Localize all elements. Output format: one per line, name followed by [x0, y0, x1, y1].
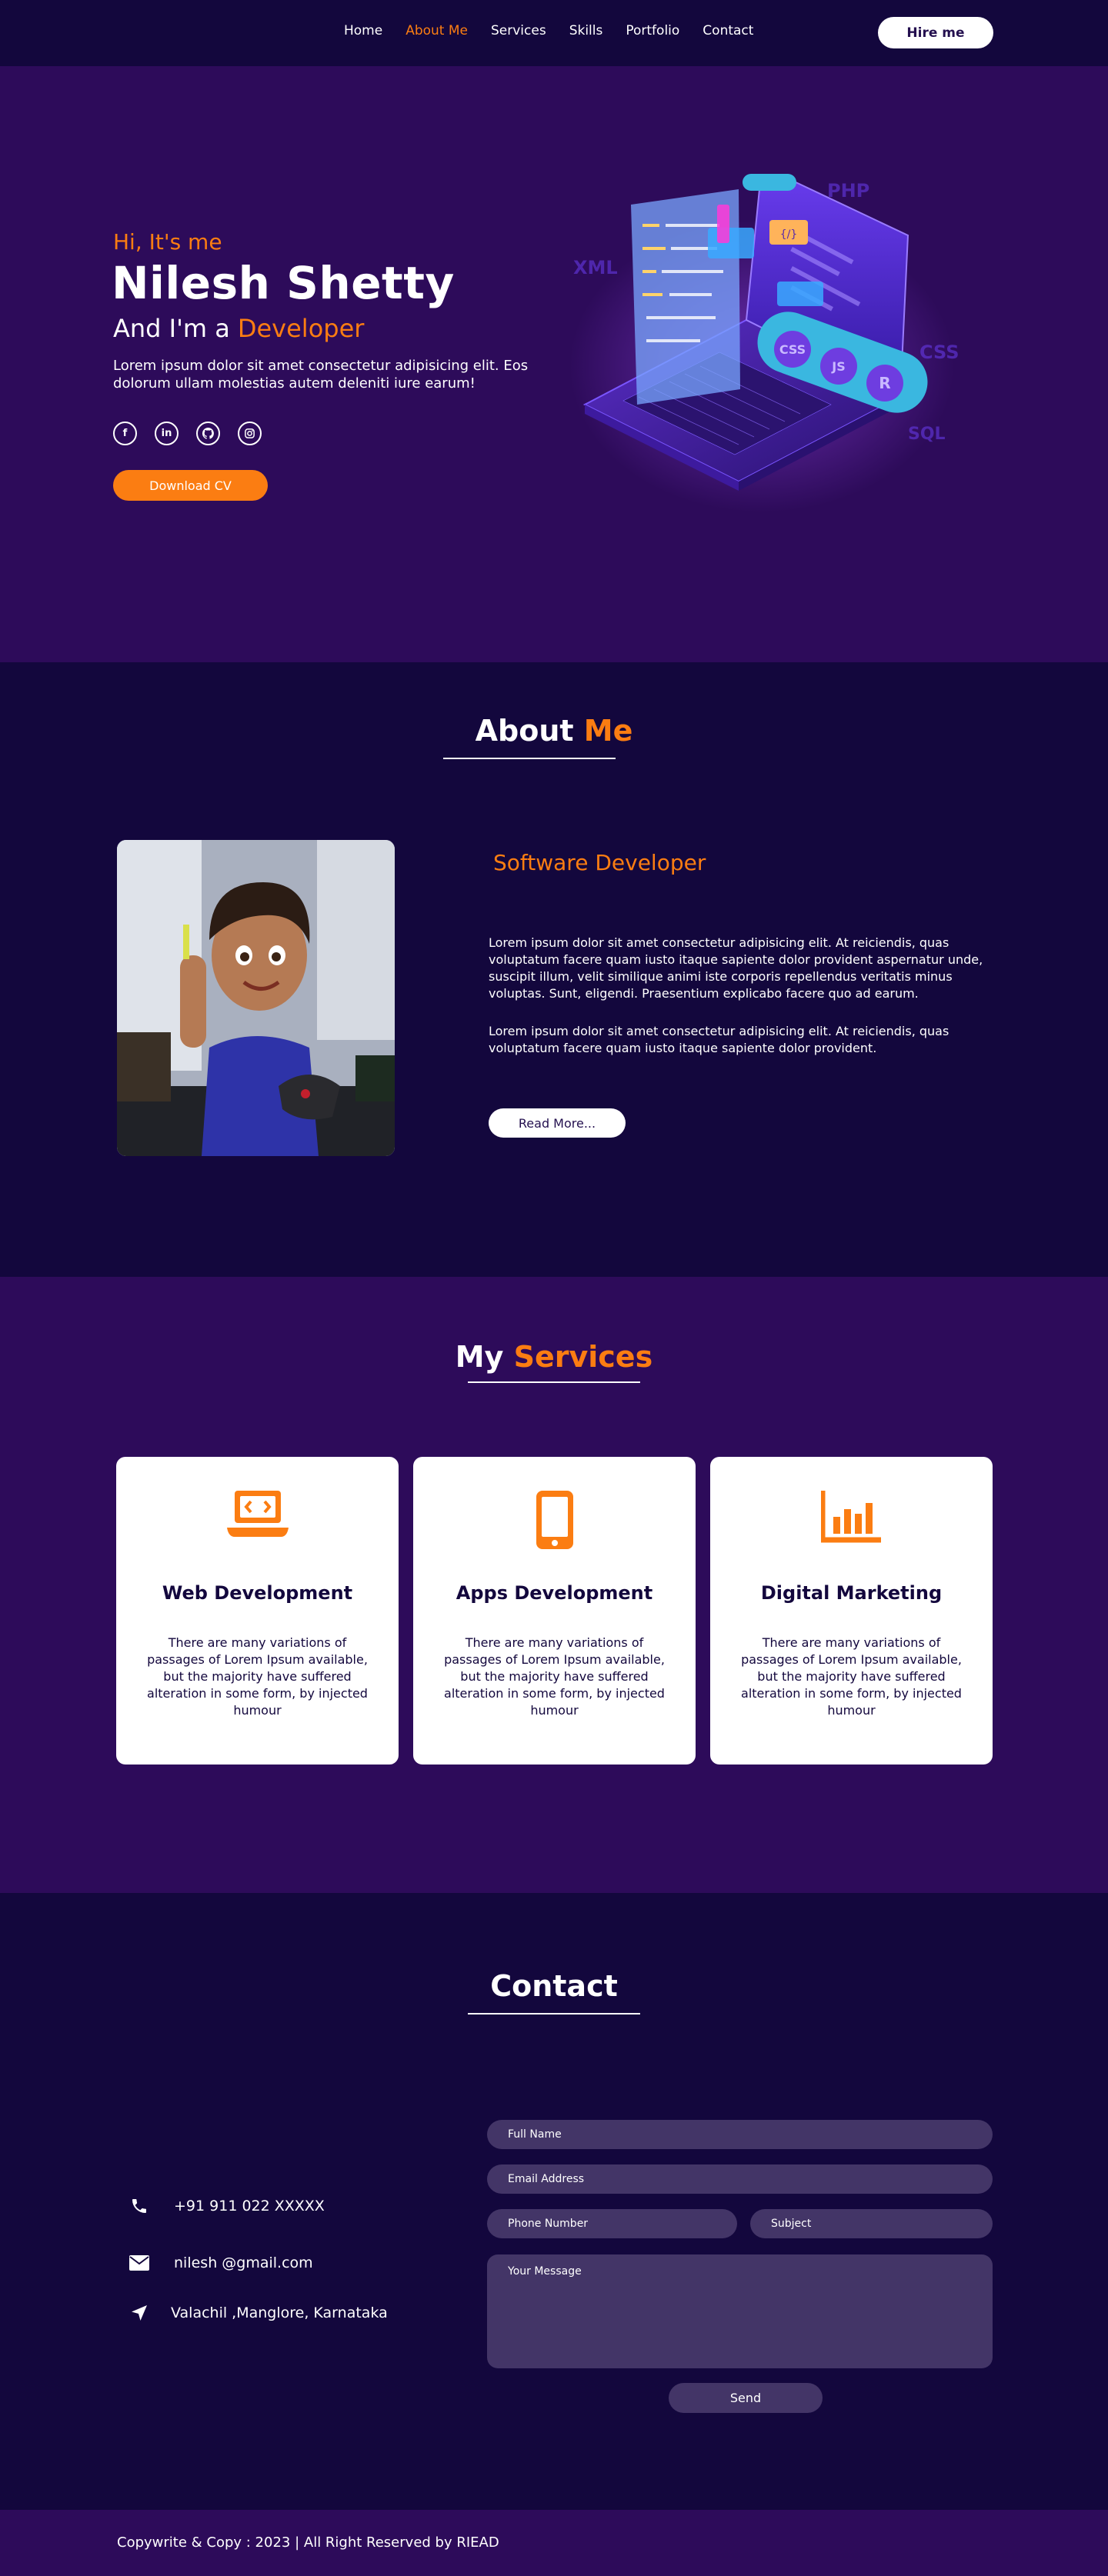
about-paragraph-2: Lorem ipsum dolor sit amet consectetur a… — [489, 1024, 949, 1055]
hero-description: Lorem ipsum dolor sit amet consectetur a… — [113, 358, 529, 392]
send-button[interactable]: Send — [669, 2383, 823, 2413]
phone-input[interactable]: Phone Number — [487, 2209, 737, 2238]
message-textarea[interactable]: Your Message — [487, 2254, 993, 2368]
mobile-phone-icon — [535, 1489, 575, 1554]
footer-copyright: Copywrite & Copy : 2023 | All Right Rese… — [117, 2534, 499, 2551]
contact-address-text: Valachil ,Manglore, Karnataka — [171, 2304, 388, 2321]
nav-link-portfolio[interactable]: Portfolio — [626, 23, 679, 38]
php-tag: PHP — [827, 180, 869, 202]
profile-photo — [117, 840, 395, 1156]
hero-role-prefix: And I'm a — [113, 314, 230, 343]
top-navbar: Home About Me Services Skills Portfolio … — [0, 0, 1108, 66]
facebook-icon[interactable]: f — [113, 422, 137, 445]
hero-name: Nilesh Shetty — [112, 257, 455, 309]
subject-input[interactable]: Subject — [750, 2209, 993, 2238]
social-links: f in — [113, 422, 262, 445]
hero-section: Hi, It's me Nilesh Shetty And I'm a Devel… — [0, 66, 1108, 662]
nav-link-skills[interactable]: Skills — [569, 23, 603, 38]
hero-role: And I'm a Developer — [113, 314, 364, 343]
service-card-desc: There are many variations of passages of… — [444, 1635, 665, 1718]
service-card-web[interactable]: Web Development There are many variation… — [116, 1457, 399, 1765]
nav-link-services[interactable]: Services — [491, 23, 546, 38]
service-card-marketing[interactable]: Digital Marketing There are many variati… — [710, 1457, 993, 1765]
full-name-input[interactable]: Full Name — [487, 2120, 993, 2149]
css-tag: CSS — [779, 342, 806, 357]
read-more-button[interactable]: Read More... — [489, 1108, 626, 1138]
footer: Copywrite & Copy : 2023 | All Right Rese… — [0, 2510, 1108, 2576]
about-title: About Me — [0, 714, 1108, 748]
email-input[interactable]: Email Address — [487, 2164, 993, 2194]
about-paragraph-1: Lorem ipsum dolor sit amet consectetur a… — [489, 935, 983, 1001]
contact-title-underline — [468, 2013, 640, 2014]
nav-link-about[interactable]: About Me — [405, 23, 468, 38]
sql-tag: SQL — [908, 425, 946, 444]
location-arrow-icon — [128, 2304, 151, 2322]
about-title-highlight: Me — [583, 714, 633, 748]
contact-phone: +91 911 022 XXXXX — [128, 2197, 325, 2215]
nav-link-contact[interactable]: Contact — [703, 23, 753, 38]
service-card-title: Web Development — [162, 1582, 353, 1604]
contact-email-text: nilesh @gmail.com — [174, 2254, 313, 2271]
laptop-code-icon — [226, 1489, 289, 1543]
services-title-underline — [468, 1381, 640, 1383]
nav-links: Home About Me Services Skills Portfolio … — [344, 23, 776, 38]
github-icon[interactable] — [196, 422, 220, 445]
about-title-underline — [443, 758, 616, 759]
contact-address: Valachil ,Manglore, Karnataka — [128, 2304, 388, 2322]
nav-link-home[interactable]: Home — [344, 23, 382, 38]
contact-section: Contact +91 911 022 XXXXX nilesh @gmail.… — [0, 1893, 1108, 2510]
css-bg-tag: CSS — [919, 342, 959, 363]
linkedin-icon[interactable]: in — [155, 422, 179, 445]
contact-phone-text: +91 911 022 XXXXX — [174, 2198, 325, 2214]
about-section: About Me Software Developer Lorem ipsum … — [0, 662, 1108, 1277]
hero-greeting: Hi, It's me — [113, 229, 222, 255]
laptop-code-illustration: {/} CSS JS R PHP XML CSS SQL — [569, 174, 959, 512]
xml-tag: XML — [573, 257, 618, 278]
services-title: My Services — [0, 1340, 1108, 1374]
download-cv-button[interactable]: Download CV — [113, 470, 268, 501]
services-title-highlight: Services — [513, 1340, 653, 1374]
bar-chart-icon — [819, 1489, 883, 1546]
service-card-title: Digital Marketing — [760, 1582, 943, 1604]
envelope-icon — [128, 2255, 151, 2271]
js-tag: JS — [831, 359, 845, 374]
instagram-icon[interactable] — [238, 422, 262, 445]
contact-email: nilesh @gmail.com — [128, 2254, 313, 2271]
about-subtitle: Software Developer — [493, 850, 706, 875]
r-tag: R — [879, 374, 890, 392]
about-title-plain: About — [475, 714, 574, 748]
hero-role-highlight: Developer — [237, 314, 365, 343]
phone-icon — [128, 2197, 151, 2215]
svg-text:{/}: {/} — [780, 228, 798, 241]
service-card-title: Apps Development — [456, 1582, 653, 1604]
service-card-apps[interactable]: Apps Development There are many variatio… — [413, 1457, 696, 1765]
services-section: My Services Web Development There are ma… — [0, 1277, 1108, 1893]
hire-me-button[interactable]: Hire me — [878, 17, 993, 48]
service-card-desc: There are many variations of passages of… — [741, 1635, 962, 1718]
service-card-desc: There are many variations of passages of… — [147, 1635, 368, 1718]
contact-title: Contact — [490, 1969, 618, 2003]
services-title-plain: My — [455, 1340, 504, 1374]
